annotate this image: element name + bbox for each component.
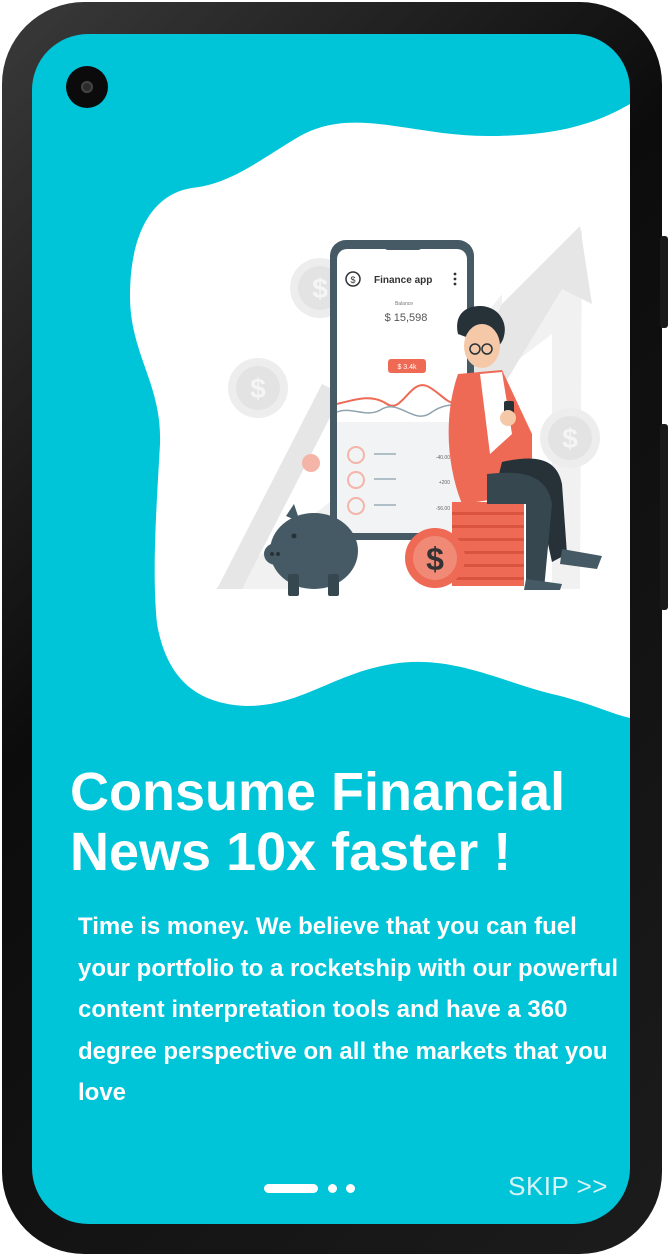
page-dot[interactable] [346,1184,355,1193]
phone-frame: $ $ $ $ Finance app Balance $ 15,598 $ 3… [0,0,668,1258]
svg-text:$: $ [562,423,578,454]
power-button [660,424,668,610]
volume-button [660,236,668,328]
camera-icon [66,66,108,108]
svg-text:$: $ [350,275,355,285]
onboarding-headline: Consume Financial News 10x faster ! [70,762,610,882]
headline-line: Consume Financial [70,762,566,822]
illustration-transaction: -56.00 [436,506,450,512]
illustration-phone: $ Finance app Balance $ 15,598 $ 3.4k -4… [330,240,474,540]
onboarding-screen: $ $ $ $ Finance app Balance $ 15,598 $ 3… [32,34,630,1224]
illustration-chart-badge: $ 3.4k [397,364,417,371]
illustration-balance: $ 15,598 [385,312,428,324]
svg-text:$: $ [250,373,266,404]
page-dot-active[interactable] [264,1184,318,1193]
onboarding-description: Time is money. We believe that you can f… [78,913,618,1106]
headline-line: News 10x faster ! [70,822,512,882]
illustration-balance-label: Balance [395,301,413,307]
illustration-app-title: Finance app [374,275,432,286]
svg-text:$: $ [312,273,328,304]
dollar-coin-icon: $ [426,541,444,577]
skip-button[interactable]: SKIP >> [508,1171,608,1202]
page-dot[interactable] [328,1184,337,1193]
illustration-transaction: -40.00 [436,455,450,461]
kebab-menu-icon [453,272,457,286]
illustration-transaction: +200 [439,480,450,486]
